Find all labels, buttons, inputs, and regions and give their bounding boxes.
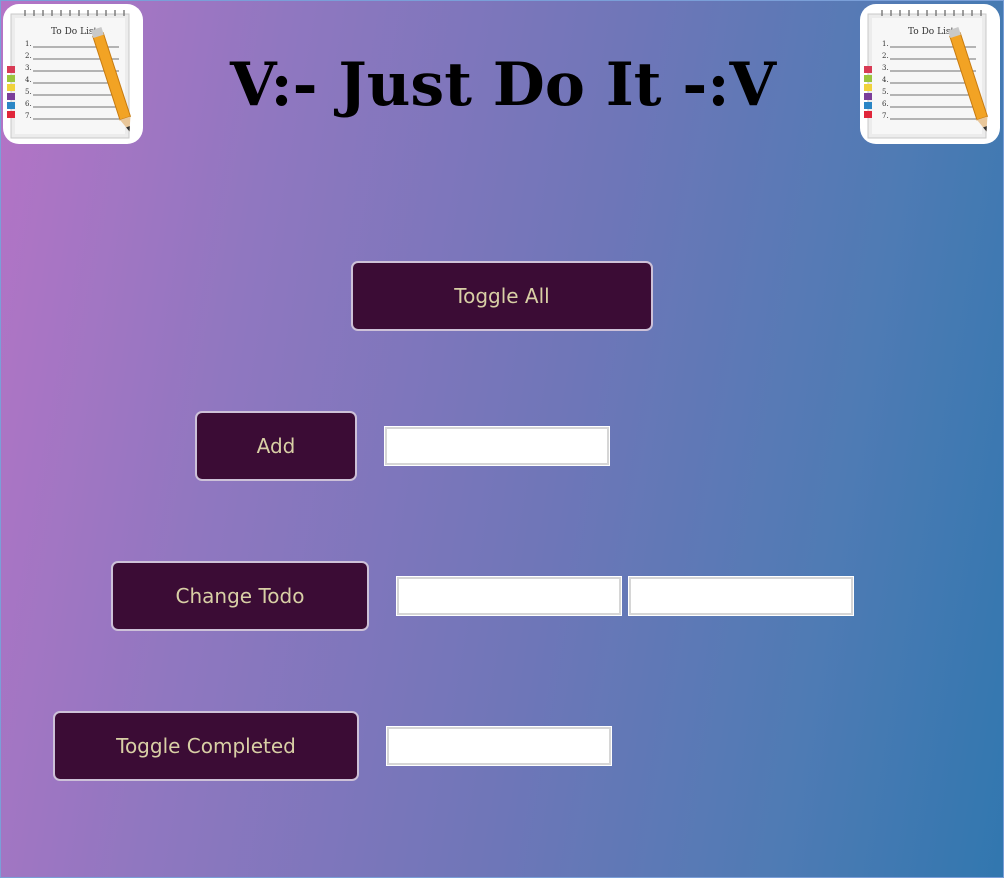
change-todo-position-input[interactable] xyxy=(396,576,622,616)
add-button[interactable]: Add xyxy=(195,411,357,481)
add-todo-input[interactable] xyxy=(384,426,610,466)
toggle-all-button[interactable]: Toggle All xyxy=(351,261,653,331)
page-title: V:- Just Do It -:V xyxy=(229,50,777,120)
toggle-completed-button[interactable]: Toggle Completed xyxy=(53,711,359,781)
toggle-completed-position-input[interactable] xyxy=(386,726,612,766)
change-todo-button[interactable]: Change Todo xyxy=(111,561,369,631)
change-todo-text-input[interactable] xyxy=(628,576,854,616)
